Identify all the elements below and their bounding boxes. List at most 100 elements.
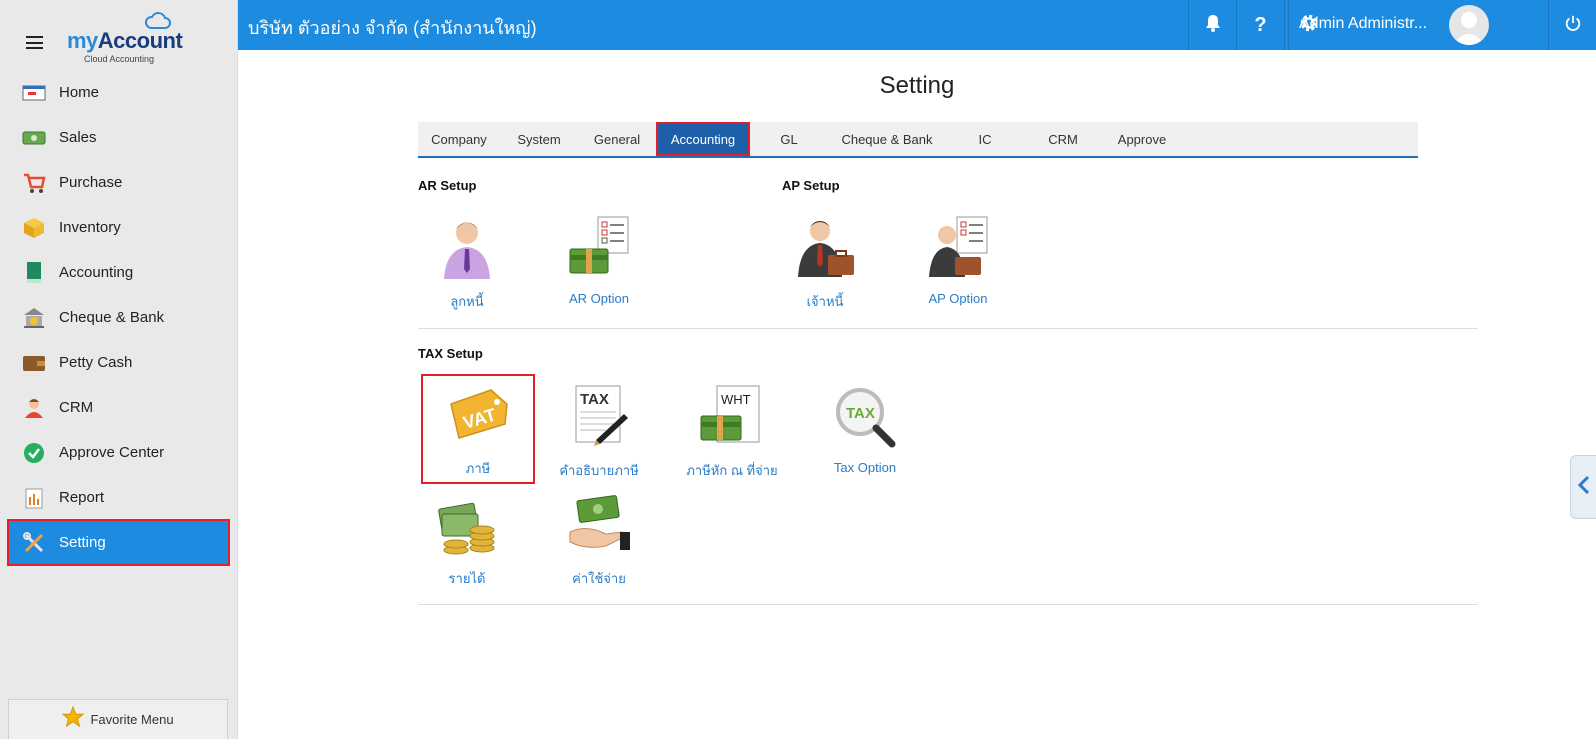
sidebar-item-label: Accounting — [59, 264, 134, 281]
app-logo[interactable]: myAccount Cloud Accounting — [67, 12, 187, 64]
expense-tile[interactable]: ค่าใช้จ่าย — [544, 492, 654, 592]
sidebar: myAccount Cloud Accounting Home Sales Pu… — [0, 0, 238, 739]
income-money-icon — [434, 492, 500, 558]
top-bar: บริษัท ตัวอย่าง จำกัด (สำนักงานใหญ่) ? A… — [238, 0, 1596, 50]
favorite-menu-button[interactable]: Favorite Menu — [8, 699, 228, 739]
help-icon: ? — [1254, 13, 1267, 36]
svg-text:WHT: WHT — [721, 392, 751, 407]
tax-description-tile[interactable]: TAX คำอธิบายภาษี — [544, 384, 654, 484]
settings-tabs: Company System General Accounting GL Che… — [418, 122, 1418, 158]
sidebar-item-petty-cash[interactable]: Petty Cash — [0, 340, 237, 385]
people-icon — [22, 396, 46, 420]
creditor-label: เจ้าหนี้ — [806, 294, 844, 309]
company-name[interactable]: บริษัท ตัวอย่าง จำกัด (สำนักงานใหญ่) — [248, 13, 537, 42]
sidebar-item-label: Home — [59, 84, 100, 101]
star-icon — [62, 705, 85, 733]
sales-icon — [22, 126, 46, 150]
tax-option-tile[interactable]: TAX Tax Option — [810, 384, 920, 484]
user-menu[interactable]: Admin Administr... — [1288, 0, 1536, 50]
tools-icon — [22, 531, 46, 555]
ap-option-icon — [925, 215, 991, 281]
tax-document-icon: TAX — [566, 384, 632, 450]
brand-tagline: Cloud Accounting — [84, 54, 155, 64]
ap-setup-title: AP Setup — [782, 178, 840, 193]
sidebar-item-report[interactable]: Report — [0, 475, 237, 520]
sidebar-item-home[interactable]: Home — [0, 70, 237, 115]
help-button[interactable]: ? — [1236, 0, 1284, 50]
debtor-tile[interactable]: ลูกหนี้ — [412, 215, 522, 315]
notification-button[interactable] — [1188, 0, 1236, 50]
check-circle-icon — [22, 441, 46, 465]
sidebar-item-label: Inventory — [59, 219, 121, 236]
tab-crm[interactable]: CRM — [1024, 122, 1102, 156]
main-content: Setting Company System General Accountin… — [238, 50, 1596, 739]
ap-option-tile[interactable]: AP Option — [903, 215, 1013, 315]
debtor-person-icon — [434, 215, 500, 281]
sidebar-item-label: Cheque & Bank — [59, 309, 165, 326]
home-icon — [22, 81, 46, 105]
sidebar-item-label: Purchase — [59, 174, 123, 191]
sidebar-item-label: Approve Center — [59, 444, 165, 461]
tab-company[interactable]: Company — [418, 122, 500, 156]
sidebar-item-purchase[interactable]: Purchase — [0, 160, 237, 205]
withholding-tax-label: ภาษีหัก ณ ที่จ่าย — [686, 463, 778, 478]
ar-option-icon — [566, 215, 632, 281]
tab-gl[interactable]: GL — [750, 122, 828, 156]
expense-label: ค่าใช้จ่าย — [572, 571, 626, 586]
box-icon — [22, 216, 46, 240]
sidebar-item-approve-center[interactable]: Approve Center — [0, 430, 237, 475]
tab-general[interactable]: General — [578, 122, 656, 156]
sidebar-item-inventory[interactable]: Inventory — [0, 205, 237, 250]
expense-hand-money-icon — [566, 492, 632, 558]
tab-cheque-bank[interactable]: Cheque & Bank — [828, 122, 946, 156]
bell-icon — [1205, 14, 1221, 37]
tab-ic[interactable]: IC — [946, 122, 1024, 156]
sidebar-item-cheque-bank[interactable]: Cheque & Bank — [0, 295, 237, 340]
page-title: Setting — [879, 72, 955, 99]
menu-toggle-icon[interactable] — [26, 36, 43, 49]
sidebar-item-label: Setting — [59, 534, 106, 551]
report-icon — [22, 486, 46, 510]
vat-tag-icon: VAT — [445, 384, 511, 450]
tax-option-label: Tax Option — [833, 460, 897, 475]
ar-option-label: AR Option — [569, 291, 629, 306]
creditor-tile[interactable]: เจ้าหนี้ — [770, 215, 880, 315]
debtor-label: ลูกหนี้ — [450, 294, 484, 309]
sidebar-item-label: Petty Cash — [59, 354, 133, 371]
sidebar-item-setting[interactable]: Setting — [7, 519, 230, 566]
logo-row: myAccount Cloud Accounting — [0, 0, 237, 70]
user-name: Admin Administr... — [1299, 15, 1428, 32]
ar-option-tile[interactable]: AR Option — [544, 215, 654, 315]
tab-approve[interactable]: Approve — [1102, 122, 1182, 156]
income-tile[interactable]: รายได้ — [412, 492, 522, 592]
collapse-panel-button[interactable] — [1570, 455, 1596, 519]
sidebar-item-sales[interactable]: Sales — [0, 115, 237, 160]
sidebar-item-crm[interactable]: CRM — [0, 385, 237, 430]
ap-option-label: AP Option — [928, 291, 988, 306]
section-divider — [418, 328, 1478, 329]
svg-text:TAX: TAX — [846, 405, 875, 422]
tab-accounting[interactable]: Accounting — [656, 122, 750, 156]
vat-tile[interactable]: VAT ภาษี — [421, 374, 535, 484]
sidebar-item-label: Report — [59, 489, 105, 506]
withholding-tax-tile[interactable]: WHT ภาษีหัก ณ ที่จ่าย — [677, 384, 787, 484]
ar-setup-title: AR Setup — [418, 178, 477, 193]
section-divider — [418, 604, 1478, 605]
tax-description-label: คำอธิบายภาษี — [559, 463, 639, 478]
creditor-businessman-icon — [792, 215, 858, 281]
favorite-menu-label: Favorite Menu — [90, 712, 174, 727]
tab-system[interactable]: System — [500, 122, 578, 156]
tax-setup-title: TAX Setup — [418, 346, 483, 361]
sidebar-nav: Home Sales Purchase Inventory Accounting… — [0, 70, 237, 566]
power-icon — [1564, 14, 1582, 37]
wht-document-icon: WHT — [699, 384, 765, 450]
sidebar-item-label: Sales — [59, 129, 97, 146]
logout-button[interactable] — [1548, 0, 1596, 50]
brand-name: myAccount — [67, 28, 183, 53]
sidebar-item-accounting[interactable]: Accounting — [0, 250, 237, 295]
wallet-icon — [22, 351, 46, 375]
tax-magnifier-icon: TAX — [832, 384, 898, 450]
bank-icon — [22, 306, 46, 330]
book-icon — [22, 261, 46, 285]
income-label: รายได้ — [448, 571, 486, 586]
